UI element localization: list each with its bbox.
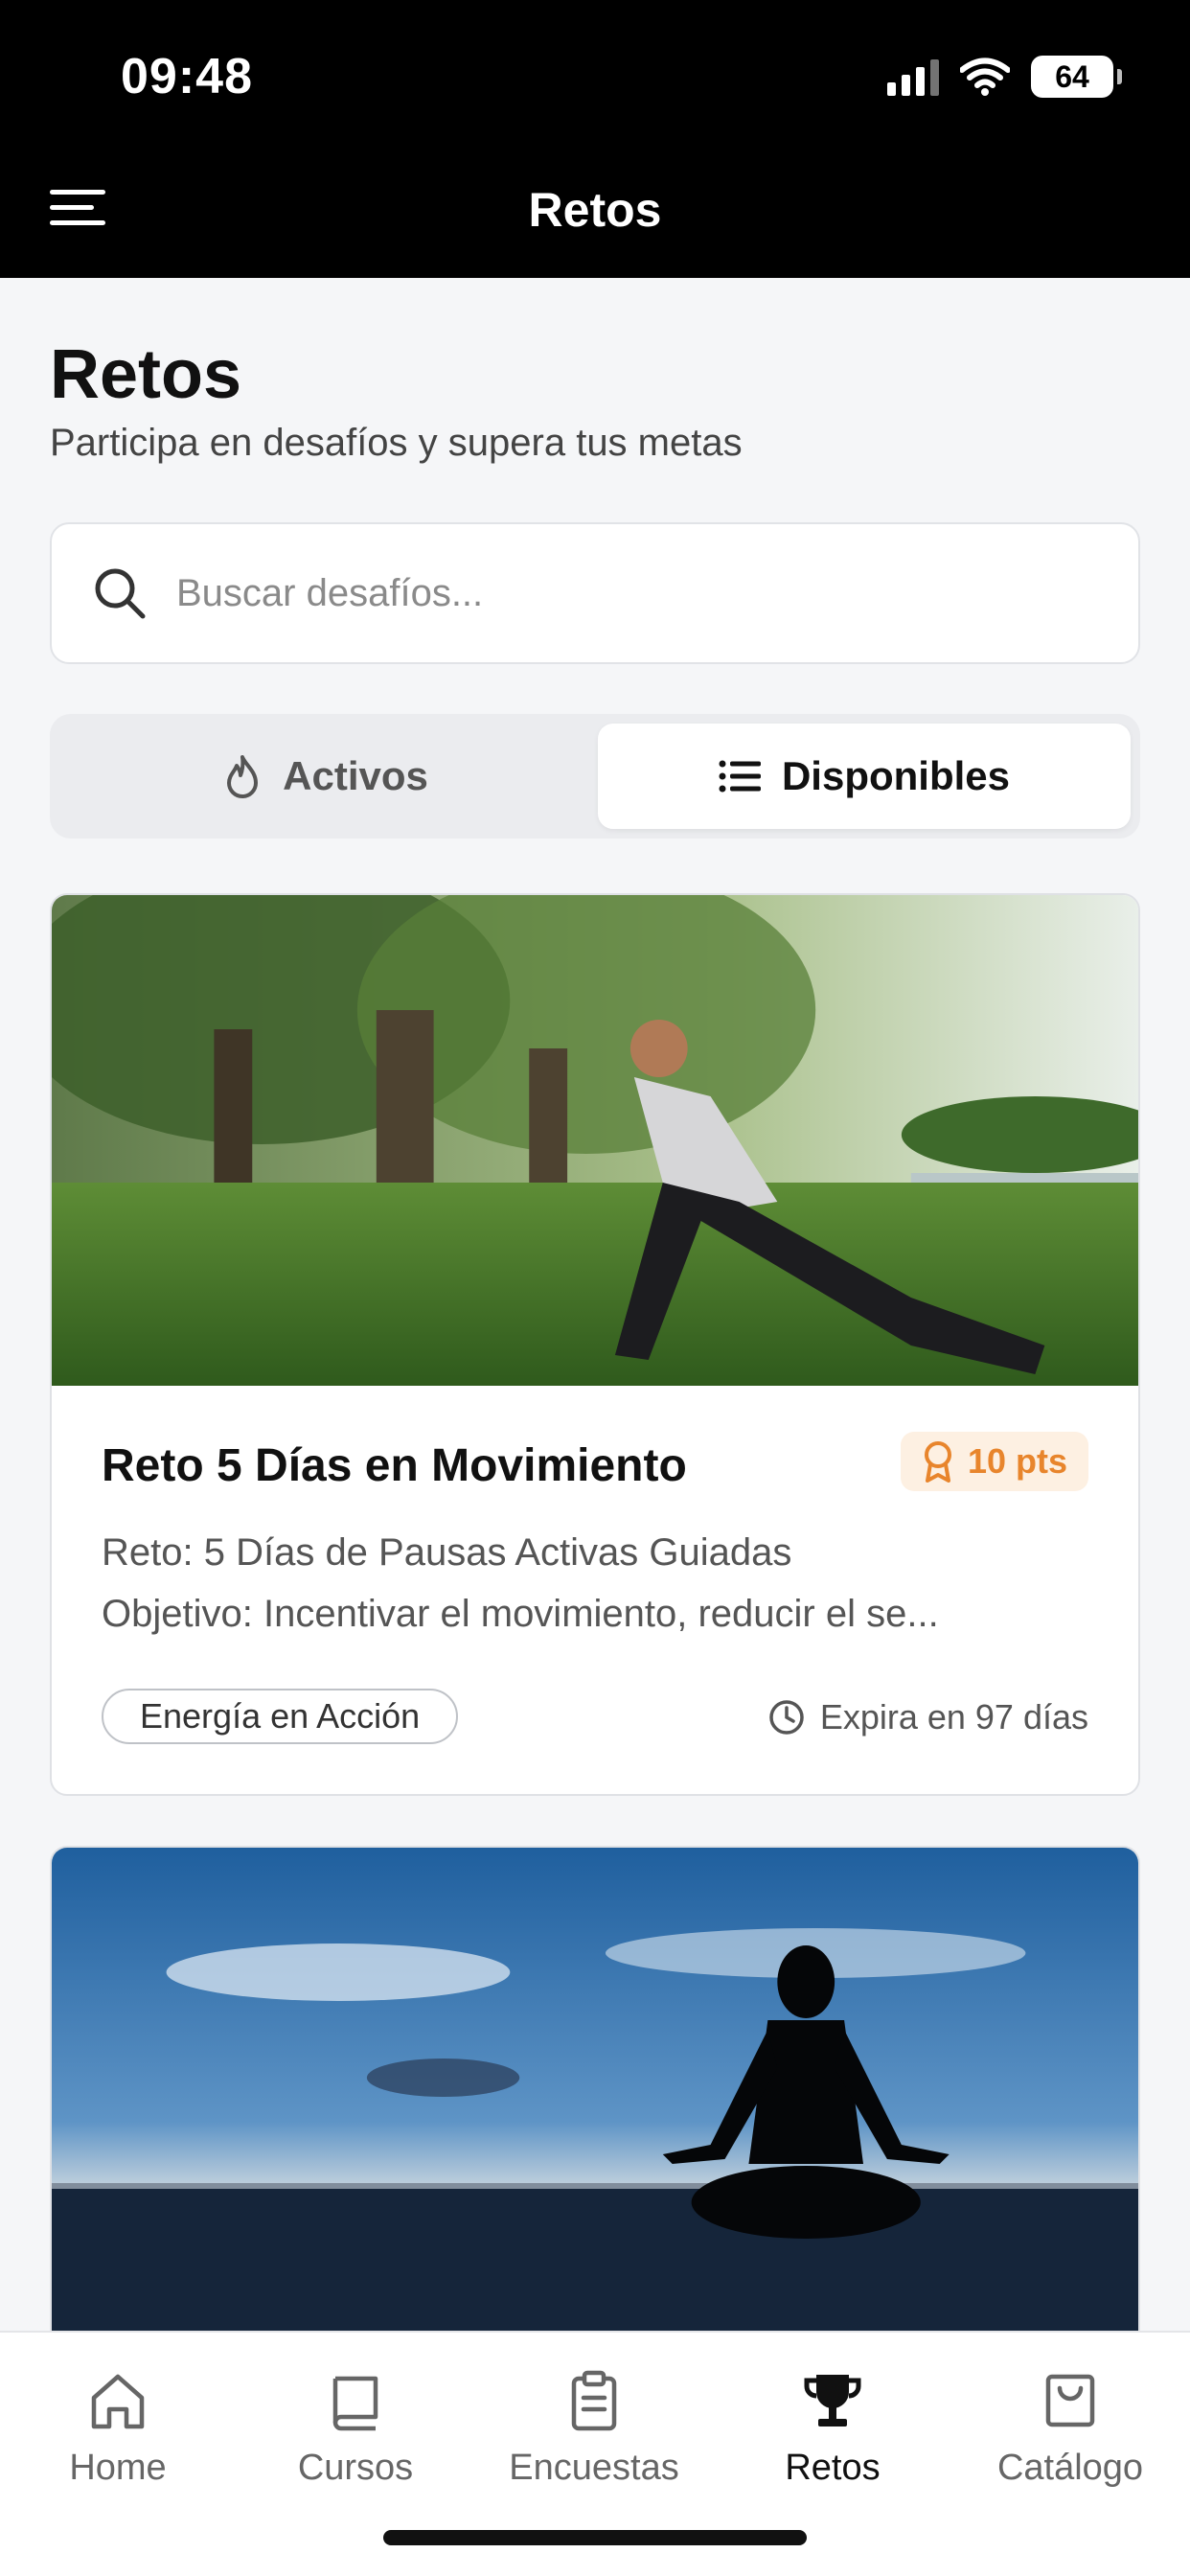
challenge-image bbox=[52, 1848, 1138, 2346]
home-indicator bbox=[383, 2530, 807, 2545]
tab-catalogo[interactable]: Catálogo bbox=[965, 2367, 1176, 2520]
page-title: Retos bbox=[50, 336, 242, 413]
card-title: Reto 5 Días en Movimiento bbox=[102, 1440, 687, 1491]
tab-home-label: Home bbox=[69, 2448, 167, 2488]
points-badge: 10 pts bbox=[900, 1432, 1088, 1491]
points-value: 10 pts bbox=[967, 1441, 1067, 1481]
book-icon bbox=[332, 2376, 378, 2431]
card-description: Reto: 5 Días de Pausas Activas Guiadas O… bbox=[102, 1522, 1088, 1644]
tab-cursos-label: Cursos bbox=[297, 2448, 414, 2488]
clock-icon bbox=[769, 1700, 804, 1735]
tab-cursos[interactable]: Cursos bbox=[250, 2367, 461, 2520]
list-icon bbox=[719, 760, 761, 793]
expiry-text: Expira en 97 días bbox=[819, 1697, 1088, 1736]
challenge-image bbox=[52, 895, 1138, 1386]
page-subtitle: Participa en desafíos y supera tus metas bbox=[50, 422, 743, 464]
home-icon bbox=[91, 2374, 145, 2429]
search-icon bbox=[95, 568, 146, 619]
top-bar: 09:48 64 Retos bbox=[0, 0, 1190, 278]
tab-catalogo-label: Catálogo bbox=[996, 2448, 1144, 2488]
tab-disponibles-label: Disponibles bbox=[781, 753, 1011, 798]
cellular-signal-icon bbox=[887, 58, 939, 96]
shopping-bag-icon bbox=[1045, 2374, 1095, 2427]
search-input[interactable] bbox=[176, 571, 1138, 615]
tab-activos[interactable]: Activos bbox=[59, 724, 592, 829]
search-bar[interactable] bbox=[50, 522, 1140, 664]
status-time: 09:48 bbox=[121, 49, 253, 104]
tab-retos[interactable]: Retos bbox=[727, 2367, 938, 2520]
card-description-line-2: Objetivo: Incentivar el movimiento, redu… bbox=[102, 1593, 939, 1635]
wifi-icon bbox=[960, 58, 1010, 96]
tab-encuestas-label: Encuestas bbox=[509, 2448, 679, 2488]
award-icon bbox=[924, 1441, 951, 1483]
segmented-control: Activos Disponibles bbox=[50, 714, 1140, 839]
header-title: Retos bbox=[528, 183, 662, 237]
tab-retos-label: Retos bbox=[785, 2448, 881, 2488]
trophy-icon bbox=[804, 2375, 861, 2426]
battery-icon: 64 bbox=[1031, 56, 1122, 98]
flame-icon bbox=[227, 755, 259, 798]
category-tag: Energía en Acción bbox=[102, 1689, 459, 1744]
expiry-info: Expira en 97 días bbox=[768, 1690, 1088, 1744]
challenge-card[interactable]: Reto 5 Días en Movimiento 10 pts Reto: 5… bbox=[50, 893, 1140, 1796]
card-description-line-1: Reto: 5 Días de Pausas Activas Guiadas bbox=[102, 1531, 792, 1574]
status-icons: 64 bbox=[887, 56, 1122, 98]
tab-activos-label: Activos bbox=[283, 753, 428, 798]
tab-home[interactable]: Home bbox=[12, 2367, 223, 2520]
clipboard-icon bbox=[571, 2370, 617, 2431]
tab-encuestas[interactable]: Encuestas bbox=[489, 2367, 699, 2520]
tab-disponibles[interactable]: Disponibles bbox=[598, 724, 1131, 829]
